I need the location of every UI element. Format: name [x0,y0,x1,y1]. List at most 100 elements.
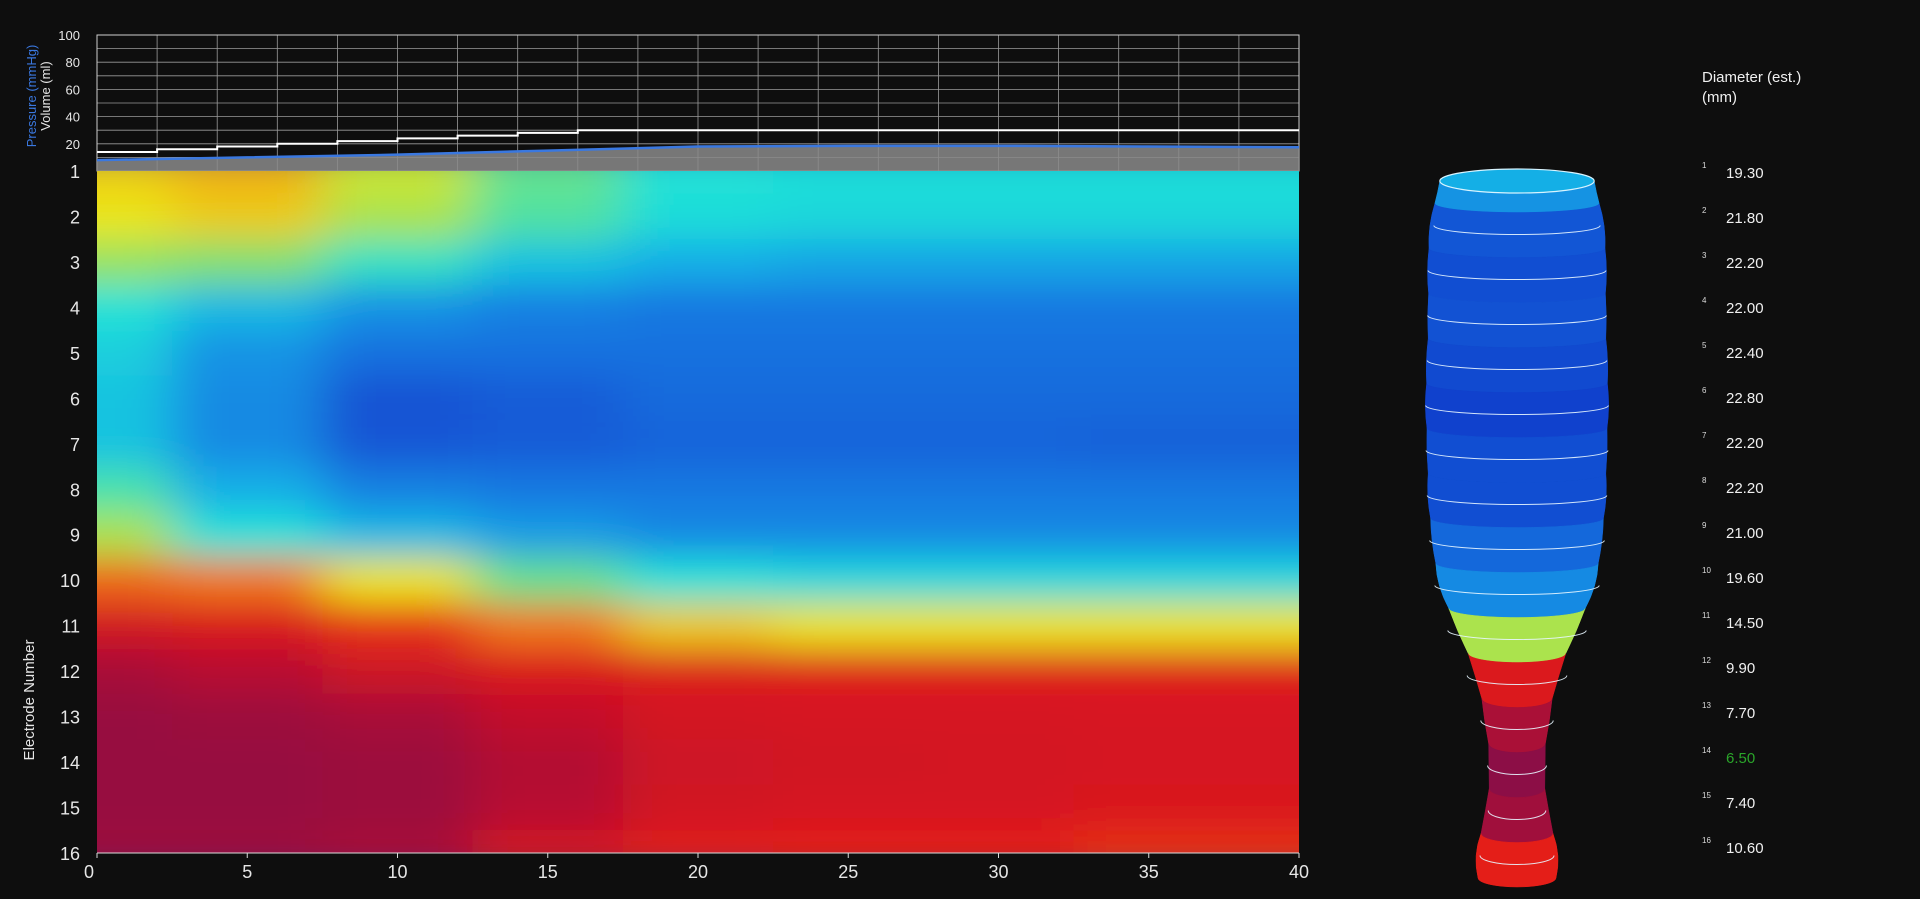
diameter-row: 11 14.50 [1702,611,1822,635]
heatmap-cell [622,648,775,695]
heatmap-cell [172,784,324,832]
heatmap-cell [773,693,925,741]
heatmap-cell [1073,375,1225,423]
diameter-row: 7 22.20 [1702,431,1822,455]
diameter-value: 7.40 [1726,795,1756,812]
heatmap-cell [1223,602,1299,650]
diameter-row: 4 22.00 [1702,296,1822,320]
heatmap-cell [923,784,1075,832]
heatmap-cell [622,693,775,741]
electrode-index: 9 [1702,521,1707,530]
heatmap-cell [1073,693,1225,741]
heatmap-cell [923,648,1075,695]
heatmap-cell [472,784,624,832]
heatmap-cell [773,375,925,423]
heatmap-cell [1223,239,1299,286]
heatmap-cell [1223,375,1299,423]
heatmap-cell [1073,239,1225,286]
heatmap-cell [172,193,324,241]
y-tick-label: 16 [60,844,80,864]
x-tick-label: 10 [387,862,407,882]
diameter-row: 12 9.90 [1702,656,1822,680]
heatmap-cell [1073,648,1225,695]
heatmap-cell [1223,648,1299,695]
diameter-value: 7.70 [1726,705,1756,722]
heatmap-cell [97,739,174,786]
heatmap-cell [472,557,624,604]
heatmap-cell [923,421,1075,468]
electrode-index: 3 [1702,251,1707,260]
heatmap-cell [172,330,324,377]
heatmap-cell [322,602,474,650]
diameter-row: 6 22.80 [1702,386,1822,410]
y-tick-label: 9 [70,526,80,546]
diameter-value: 21.80 [1726,210,1764,227]
x-tick-label: 30 [988,862,1008,882]
heatmap-cell [322,239,474,286]
diameter-panel: Diameter (est.) (mm) 1 19.30 2 21.80 3 22.20 4… [1702,68,1882,857]
heatmap-cell [322,739,474,786]
heatmap-cell [172,375,324,423]
heatmap-cell [172,421,324,468]
diameter-value: 6.50 [1726,750,1756,767]
heatmap-cell [472,375,624,423]
electrode-index: 11 [1702,611,1711,620]
y-tick-label: 12 [60,662,80,682]
top-y-ticks: 100 80 60 40 20 [58,28,80,152]
heatmap-cell [472,693,624,741]
heatmap-cell [1223,557,1299,604]
diameter-row: 9 21.00 [1702,521,1822,545]
heatmap-cell [622,330,775,377]
heatmap-cell [1073,557,1225,604]
heatmap-cell [472,284,624,332]
heatmap-cell [322,648,474,695]
diameter-row: 2 21.80 [1702,206,1822,230]
esophagus-3d-model [1425,168,1609,888]
heatmap-cell [1073,739,1225,786]
heatmap-cell [322,557,474,604]
diameter-value: 14.50 [1726,615,1764,632]
manometry-display: 10080604020 Pressure (mmHg) Volume (ml) … [21,28,1609,888]
diameter-value: 22.80 [1726,390,1764,407]
heatmap-cell [322,375,474,423]
heatmap-cell [923,739,1075,786]
heatmap-cell [472,739,624,786]
heatmap-cell [773,602,925,650]
top-y-tick-label: 100 [58,28,80,43]
diameter-value: 22.00 [1726,300,1764,317]
heatmap-cell [773,784,925,832]
heatmap-cell [172,693,324,741]
electrode-index: 13 [1702,701,1711,710]
heatmap-cell [472,466,624,513]
diameter-value: 22.20 [1726,255,1764,272]
heatmap-cell [322,421,474,468]
electrode-index: 16 [1702,836,1711,845]
heatmap-cell [622,557,775,604]
heatmap-cell [622,193,775,241]
electrode-index: 15 [1702,791,1711,800]
heatmap-cell [97,421,174,468]
heatmap-cell [622,239,775,286]
diameter-row: 3 22.20 [1702,251,1822,275]
heatmap-cell [773,421,925,468]
heatmap-cell [773,330,925,377]
heatmap-cell [923,375,1075,423]
heatmap-cell [172,239,324,286]
heatmap-cell [472,648,624,695]
y-tick-label: 3 [70,253,80,273]
heatmap-cell [172,648,324,695]
y-tick-label: 2 [70,207,80,227]
heatmap-cell [1223,739,1299,786]
heatmap-cell [773,466,925,513]
heatmap-y-axis-label: Electrode Number [21,640,38,761]
heatmap-cell [97,466,174,513]
electrode-index: 1 [1702,161,1707,170]
heatmap-cell [97,239,174,286]
heatmap-cell [773,239,925,286]
diameter-row: 13 7.70 [1702,701,1822,725]
heatmap-cell [1073,466,1225,513]
heatmap-cell [322,512,474,559]
electrode-index: 12 [1702,656,1711,665]
heatmap-cell [172,602,324,650]
x-tick-label: 35 [1139,862,1159,882]
